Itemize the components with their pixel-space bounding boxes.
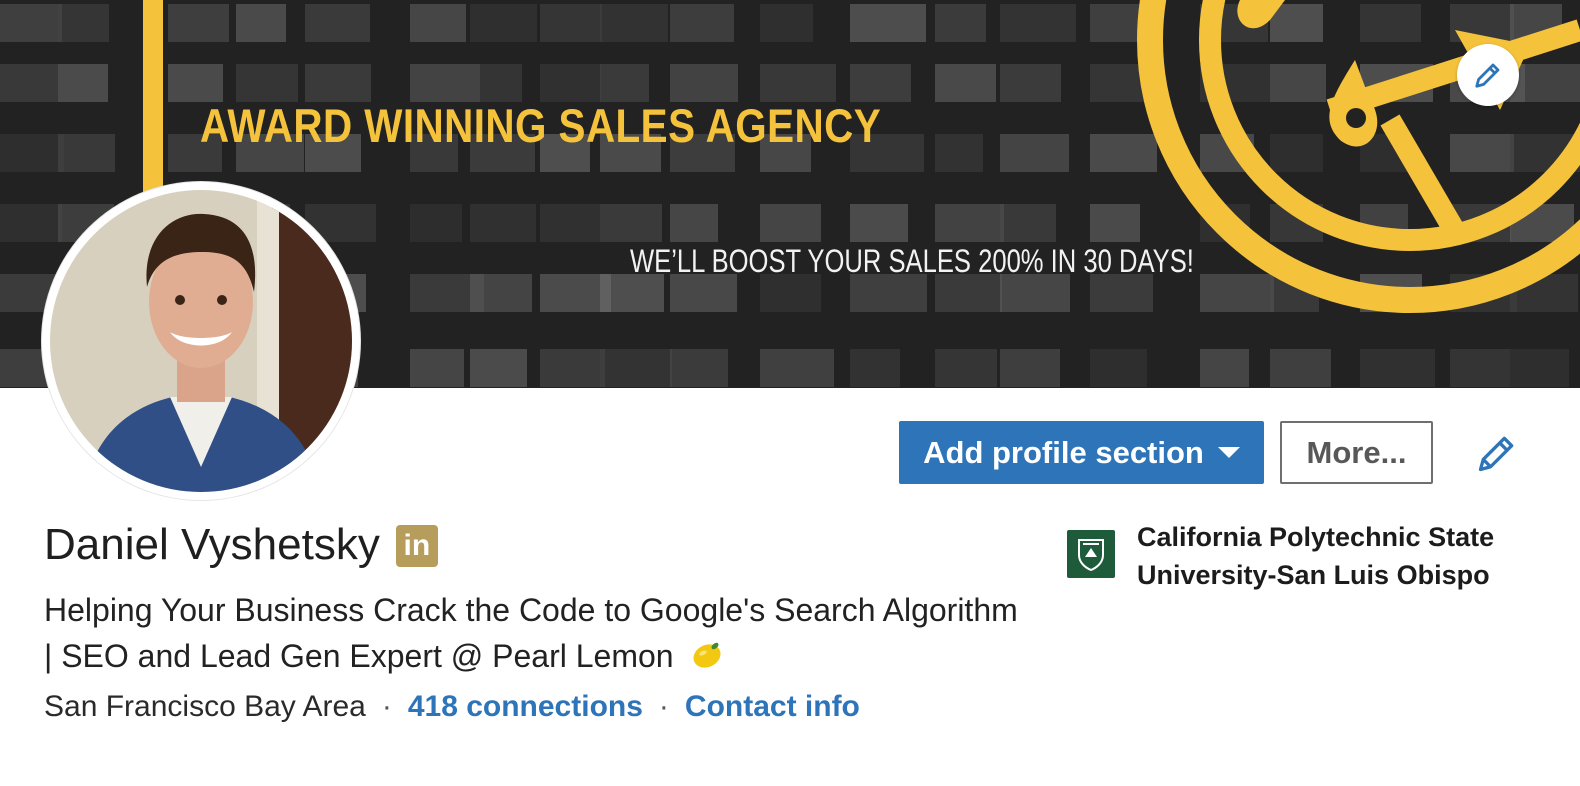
- separator-dot: ·: [658, 690, 669, 723]
- banner-headline: AWARD WINNING SALES AGENCY: [200, 99, 882, 152]
- linkedin-icon: in: [395, 525, 438, 567]
- add-profile-section-button[interactable]: Add profile section: [899, 421, 1264, 484]
- profile-headline: Helping Your Business Crack the Code to …: [44, 592, 1018, 674]
- school-name: California Polytechnic State University-…: [1137, 522, 1495, 590]
- separator-dot: ·: [381, 690, 392, 723]
- connections-link[interactable]: 418 connections: [408, 690, 643, 724]
- edit-intro-button[interactable]: [1472, 428, 1522, 478]
- more-button[interactable]: More...: [1280, 421, 1433, 484]
- profile-name: Daniel Vyshetsky: [44, 520, 380, 569]
- education-entry[interactable]: California Polytechnic State University-…: [1067, 518, 1557, 594]
- pencil-icon: [1478, 436, 1514, 472]
- banner-subline: WE’LL BOOST YOUR SALES 200% IN 30 DAYS!: [630, 243, 1194, 279]
- profile-headline-block: Helping Your Business Crack the Code to …: [44, 587, 1034, 679]
- school-crest-icon: [1067, 530, 1115, 578]
- contact-info-link[interactable]: Contact info: [685, 690, 860, 724]
- profile-photo[interactable]: [42, 182, 360, 500]
- pencil-icon: [1475, 63, 1500, 88]
- chevron-down-icon: [1217, 447, 1240, 458]
- profile-name-row: Daniel Vyshetsky in: [44, 520, 438, 570]
- lemon-emoji-icon: [693, 642, 721, 668]
- location-text: San Francisco Bay Area: [44, 690, 366, 723]
- add-profile-section-label: Add profile section: [923, 434, 1204, 470]
- avatar: [46, 186, 356, 496]
- edit-banner-button[interactable]: [1457, 44, 1519, 106]
- profile-meta-row: San Francisco Bay Area · 418 connections…: [44, 690, 860, 724]
